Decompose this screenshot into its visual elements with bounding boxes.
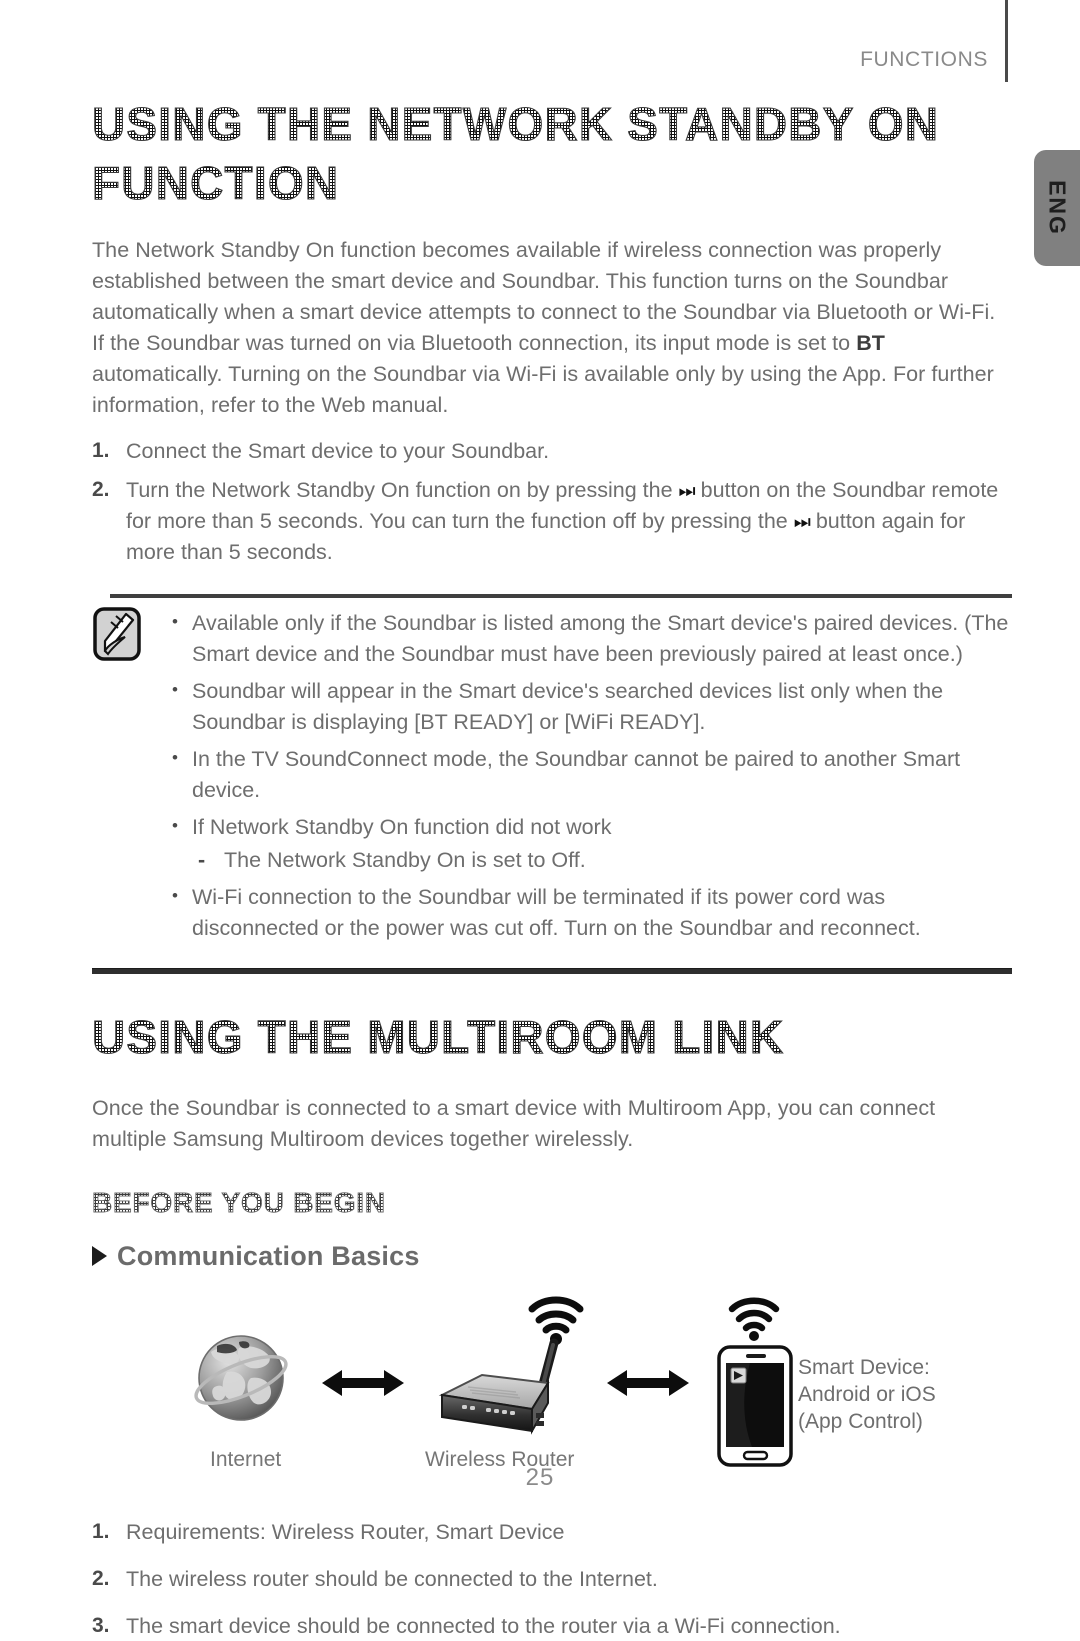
list-item: • Available only if the Soundbar is list… (172, 608, 1012, 670)
bullet-icon: • (172, 882, 192, 944)
list-item: 1. Requirements: Wireless Router, Smart … (92, 1517, 1012, 1548)
intro-bold-bt: BT (856, 331, 885, 355)
page-number: 25 (0, 1464, 1080, 1492)
skip-forward-icon: ⏭ (794, 512, 810, 533)
before-you-begin-wrap: BEFORE YOU BEGIN BEFORE YOU BEGIN (92, 1187, 386, 1219)
list-item: 2. The wireless router should be connect… (92, 1564, 1012, 1595)
communication-basics-label: Communication Basics (117, 1241, 420, 1272)
smart-device-caption: Smart Device: Android or iOS (App Contro… (798, 1354, 936, 1436)
language-tab: ENG (1034, 150, 1080, 266)
section-2-title-wrap: USING THE MULTIROOM LINK USING THE MULTI… (92, 1008, 972, 1067)
list-item-number: 3. (92, 1611, 126, 1641)
list-item-number: 1. (92, 436, 126, 467)
list-item-text: Connect the Smart device to your Soundba… (126, 436, 1012, 467)
list-item-number: 2. (92, 475, 126, 568)
dash-icon: - (198, 845, 224, 876)
wireless-router-icon (420, 1291, 600, 1456)
manual-page: FUNCTIONS ENG USING THE NETWORK STANDBY … (0, 0, 1080, 1532)
triangle-bullet-icon (92, 1246, 107, 1266)
list-item: • Wi-Fi connection to the Soundbar will … (172, 882, 1012, 944)
page-title: USING THE NETWORK STANDBY ON FUNCTION (92, 95, 972, 213)
list-item-text: Requirements: Wireless Router, Smart Dev… (126, 1517, 1012, 1548)
list-item: • If Network Standby On function did not… (172, 812, 1012, 843)
arrow-internet-router-icon (320, 1366, 406, 1405)
skip-forward-icon: ⏭ (679, 481, 695, 502)
internet-globe-icon (187, 1324, 295, 1437)
smart-device-line-1: Smart Device: (798, 1354, 936, 1381)
list-item: 2. Turn the Network Standby On function … (92, 475, 1012, 568)
step2-part-1: Turn the Network Standby On function on … (126, 478, 679, 502)
multiroom-intro: Once the Soundbar is connected to a smar… (92, 1093, 1002, 1155)
sub-list-item-text: The Network Standby On is set to Off. (224, 845, 586, 876)
section-1-intro: The Network Standby On function becomes … (92, 235, 1007, 421)
list-item-number: 2. (92, 1564, 126, 1595)
multiroom-steps: 1. Requirements: Wireless Router, Smart … (92, 1517, 1012, 1641)
list-item-number: 1. (92, 1517, 126, 1548)
list-item-text: If Network Standby On function did not w… (192, 812, 1012, 843)
list-item-text: The smart device should be connected to … (126, 1611, 1012, 1641)
bullet-icon: • (172, 744, 192, 806)
communication-diagram: Internet (92, 1286, 1012, 1491)
multiroom-title: USING THE MULTIROOM LINK (92, 1008, 972, 1067)
note-body: • Available only if the Soundbar is list… (92, 598, 1012, 950)
smart-device-icon (702, 1291, 812, 1476)
list-item-text: Soundbar will appear in the Smart device… (192, 676, 1012, 738)
list-item-text: Turn the Network Standby On function on … (126, 475, 1012, 568)
note-pencil-icon (92, 606, 150, 668)
list-item-text: Wi-Fi connection to the Soundbar will be… (192, 882, 1012, 944)
smart-device-line-2: Android or iOS (798, 1381, 936, 1408)
smart-device-line-3: (App Control) (798, 1408, 936, 1435)
language-tab-label: ENG (1044, 180, 1071, 236)
note-bullets: • Available only if the Soundbar is list… (150, 608, 1012, 950)
before-you-begin-title: BEFORE YOU BEGIN (92, 1187, 386, 1219)
list-item: • Soundbar will appear in the Smart devi… (172, 676, 1012, 738)
page-content: USING THE NETWORK STANDBY ON FUNCTION US… (92, 0, 1012, 1641)
list-item: 3. The smart device should be connected … (92, 1611, 1012, 1641)
list-item: • In the TV SoundConnect mode, the Sound… (172, 744, 1012, 806)
sub-list-item: - The Network Standby On is set to Off. (172, 845, 1012, 876)
list-item-text: The wireless router should be connected … (126, 1564, 1012, 1595)
section-1-title-wrap: USING THE NETWORK STANDBY ON FUNCTION US… (92, 95, 972, 213)
bullet-icon: • (172, 812, 192, 843)
list-item-text: Available only if the Soundbar is listed… (192, 608, 1012, 670)
list-item: 1. Connect the Smart device to your Soun… (92, 436, 1012, 467)
note-bottom-rule (92, 968, 1012, 974)
bullet-icon: • (172, 676, 192, 738)
intro-part-2: automatically. Turning on the Soundbar v… (92, 362, 994, 417)
note-box: • Available only if the Soundbar is list… (92, 594, 1012, 974)
communication-basics-heading: Communication Basics (92, 1241, 1012, 1272)
section-1-steps: 1. Connect the Smart device to your Soun… (92, 436, 1012, 568)
bullet-icon: • (172, 608, 192, 670)
list-item-text: In the TV SoundConnect mode, the Soundba… (192, 744, 1012, 806)
arrow-router-device-icon (605, 1366, 691, 1405)
